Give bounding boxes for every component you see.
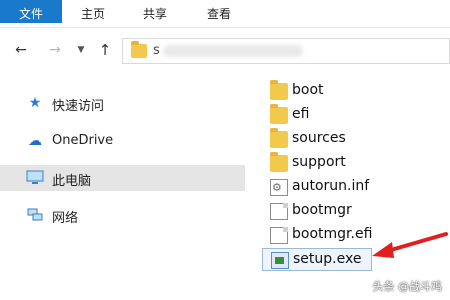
computer-icon [26,170,44,186]
tab-home[interactable]: 主页 [70,0,116,28]
tab-view[interactable]: 查看 [196,0,242,28]
address-text: s [153,43,160,58]
recent-locations-chevron-icon[interactable]: ▼ [72,41,90,59]
folder-icon [270,80,288,100]
document-icon [270,203,288,220]
file-name: setup.exe [293,251,362,267]
document-icon [270,227,288,244]
list-item-boot[interactable]: boot [262,80,450,103]
folder-icon [270,104,288,124]
sidebar-item-quick-access[interactable]: ★ 快速访问 [0,90,245,116]
sidebar-item-label: OneDrive [52,133,114,148]
ribbon-tabs: 文件 主页 共享 查看 [0,0,450,28]
forward-arrow-icon[interactable]: → [46,41,64,59]
file-name: support [292,154,346,170]
back-arrow-icon[interactable]: ← [12,41,30,59]
file-name: bootmgr [292,202,352,218]
settings-file-icon [270,179,288,196]
folder-icon [270,152,288,172]
watermark: 头条 @战斗鸡 [372,280,443,293]
tab-share[interactable]: 共享 [132,0,178,28]
sidebar-item-onedrive[interactable]: ☁ OneDrive [0,128,245,154]
folder-icon [270,128,288,148]
navigation-pane: ★ 快速访问 ☁ OneDrive 此电脑 网络 [0,80,245,300]
sidebar-item-this-pc[interactable]: 此电脑 [0,165,245,191]
list-item-support[interactable]: support [262,152,450,175]
address-bar[interactable]: s [122,38,450,64]
navigation-bar: ← → ▼ ↑ s [0,34,450,68]
file-list: boot efi sources support autorun.inf boo… [262,78,450,278]
star-icon: ★ [28,95,42,111]
sidebar-item-network[interactable]: 网络 [0,202,245,228]
file-name: bootmgr.efi [292,226,373,242]
list-item-setup-exe[interactable]: setup.exe [262,248,372,271]
file-name: sources [292,130,346,146]
installer-icon [271,252,289,269]
sidebar-item-label: 网络 [52,211,79,226]
list-item-bootmgr[interactable]: bootmgr [262,200,450,223]
blurred-path [163,45,303,57]
sidebar-item-label: 快速访问 [52,99,105,114]
list-item-autorun[interactable]: autorun.inf [262,176,450,199]
file-name: boot [292,82,324,98]
folder-icon [131,41,147,58]
cloud-icon: ☁ [28,133,42,149]
file-name: autorun.inf [292,178,370,194]
tab-file[interactable]: 文件 [0,0,62,23]
list-item-sources[interactable]: sources [262,128,450,151]
up-arrow-icon[interactable]: ↑ [96,41,114,59]
list-item-efi[interactable]: efi [262,104,450,127]
file-name: efi [292,106,310,122]
sidebar-item-label: 此电脑 [52,174,92,189]
network-icon [26,207,44,223]
list-item-bootmgr-efi[interactable]: bootmgr.efi [262,224,450,247]
